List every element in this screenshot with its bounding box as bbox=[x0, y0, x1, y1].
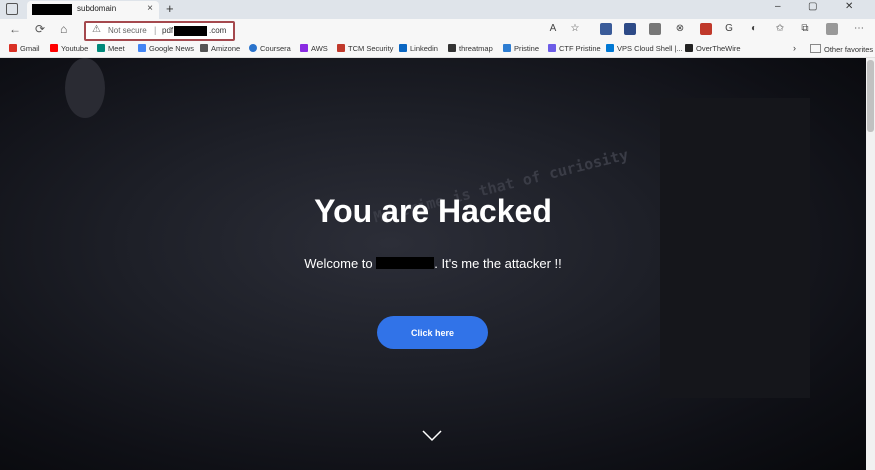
bookmarks-bar: Gmail Youtube Meet Google News Amizone C… bbox=[0, 41, 875, 58]
bookmark-tcm-security[interactable]: TCM Security bbox=[337, 44, 393, 53]
extension-icon[interactable] bbox=[649, 23, 661, 35]
new-tab-button[interactable]: + bbox=[166, 1, 174, 16]
favorite-star-icon[interactable]: ☆ bbox=[568, 22, 582, 36]
page-headline: You are Hacked bbox=[314, 193, 552, 229]
home-icon[interactable]: ⌂ bbox=[60, 22, 67, 36]
minimize-icon[interactable]: – bbox=[775, 1, 781, 12]
extension-icon[interactable] bbox=[600, 23, 612, 35]
folder-icon bbox=[810, 44, 821, 53]
bookmark-amizone[interactable]: Amizone bbox=[200, 44, 240, 53]
address-bar[interactable]: ⚠ Not secure | pdf .com bbox=[84, 21, 235, 41]
refresh-icon[interactable]: ⟳ bbox=[35, 22, 45, 36]
bookmark-meet[interactable]: Meet bbox=[97, 44, 125, 53]
collections-icon[interactable]: ⧉ bbox=[798, 22, 812, 36]
page-scrollbar[interactable] bbox=[866, 58, 875, 470]
bookmark-overthewire[interactable]: OverTheWire bbox=[685, 44, 741, 53]
extension-icon[interactable]: G bbox=[722, 22, 736, 36]
amizone-icon bbox=[200, 44, 208, 52]
welcome-text: Welcome to . It's me the attacker !! bbox=[304, 256, 562, 271]
tcm-security-icon bbox=[337, 44, 345, 52]
redacted-block bbox=[174, 26, 207, 36]
overthewire-icon bbox=[685, 44, 693, 52]
favorites-icon[interactable]: ✩ bbox=[773, 22, 787, 36]
tab-active[interactable]: subdomain × bbox=[27, 1, 159, 19]
bookmark-ctf-pristine[interactable]: CTF Pristine bbox=[548, 44, 601, 53]
extension-icon[interactable] bbox=[700, 23, 712, 35]
background-figure bbox=[65, 58, 105, 118]
profile-avatar[interactable] bbox=[826, 23, 838, 35]
url-prefix: pdf bbox=[162, 26, 174, 35]
extension-icon[interactable] bbox=[624, 23, 636, 35]
back-icon[interactable]: ← bbox=[9, 22, 21, 36]
maximize-icon[interactable]: ▢ bbox=[808, 1, 817, 12]
scrollbar-thumb[interactable] bbox=[867, 60, 874, 132]
scroll-down-chevron-icon[interactable] bbox=[422, 430, 442, 442]
google-news-icon bbox=[138, 44, 146, 52]
tab-actions-icon[interactable] bbox=[6, 3, 18, 15]
linkedin-icon bbox=[399, 44, 407, 52]
tab-close-icon[interactable]: × bbox=[147, 3, 153, 14]
background-shape bbox=[660, 98, 810, 398]
extension-icon[interactable]: ◐ bbox=[747, 22, 761, 36]
gmail-icon bbox=[9, 44, 17, 52]
redacted-block bbox=[32, 4, 72, 15]
more-menu-icon[interactable]: ⋯ bbox=[852, 22, 866, 36]
bookmark-threatmap[interactable]: threatmap bbox=[448, 44, 493, 53]
browser-window: subdomain × + – ▢ ✕ ← ⟳ ⌂ ⚠ Not secure |… bbox=[0, 0, 875, 470]
close-window-icon[interactable]: ✕ bbox=[845, 1, 853, 12]
other-favorites[interactable]: Other favorites bbox=[810, 44, 873, 54]
bookmark-pristine[interactable]: Pristine bbox=[503, 44, 539, 53]
bookmark-linkedin[interactable]: Linkedin bbox=[399, 44, 438, 53]
tab-strip: subdomain × + – ▢ ✕ bbox=[0, 0, 875, 19]
url-suffix: .com bbox=[209, 26, 227, 35]
pristine-icon bbox=[503, 44, 511, 52]
bookmark-youtube[interactable]: Youtube bbox=[50, 44, 88, 53]
bookmark-aws[interactable]: AWS bbox=[300, 44, 328, 53]
youtube-icon bbox=[50, 44, 58, 52]
redacted-block bbox=[376, 257, 435, 269]
meet-icon bbox=[97, 44, 105, 52]
bookmark-google-news[interactable]: Google News bbox=[138, 44, 194, 53]
navigation-bar: ← ⟳ ⌂ ⚠ Not secure | pdf .com A ☆ ⊗ G ◐ … bbox=[0, 19, 875, 41]
click-here-button[interactable]: Click here bbox=[377, 316, 488, 349]
threatmap-icon bbox=[448, 44, 456, 52]
ctf-pristine-icon bbox=[548, 44, 556, 52]
not-secure-label: Not secure bbox=[108, 26, 147, 35]
aws-icon bbox=[300, 44, 308, 52]
separator: | bbox=[154, 25, 157, 35]
read-aloud-icon[interactable]: A bbox=[546, 22, 560, 36]
warning-icon: ⚠ bbox=[92, 24, 101, 35]
extension-icon[interactable]: ⊗ bbox=[673, 22, 687, 36]
bookmark-coursera[interactable]: Coursera bbox=[249, 44, 291, 53]
vps-cloud-shell-icon bbox=[606, 44, 614, 52]
bookmark-gmail[interactable]: Gmail bbox=[9, 44, 40, 53]
hacked-landing-page: My crime is that of curiosity You are Ha… bbox=[0, 58, 866, 470]
tab-title: subdomain bbox=[77, 4, 117, 13]
coursera-icon bbox=[249, 44, 257, 52]
bookmark-vps-cloud-shell[interactable]: VPS Cloud Shell |... bbox=[606, 44, 683, 53]
bookmarks-overflow-chevron-icon[interactable]: › bbox=[793, 43, 796, 53]
